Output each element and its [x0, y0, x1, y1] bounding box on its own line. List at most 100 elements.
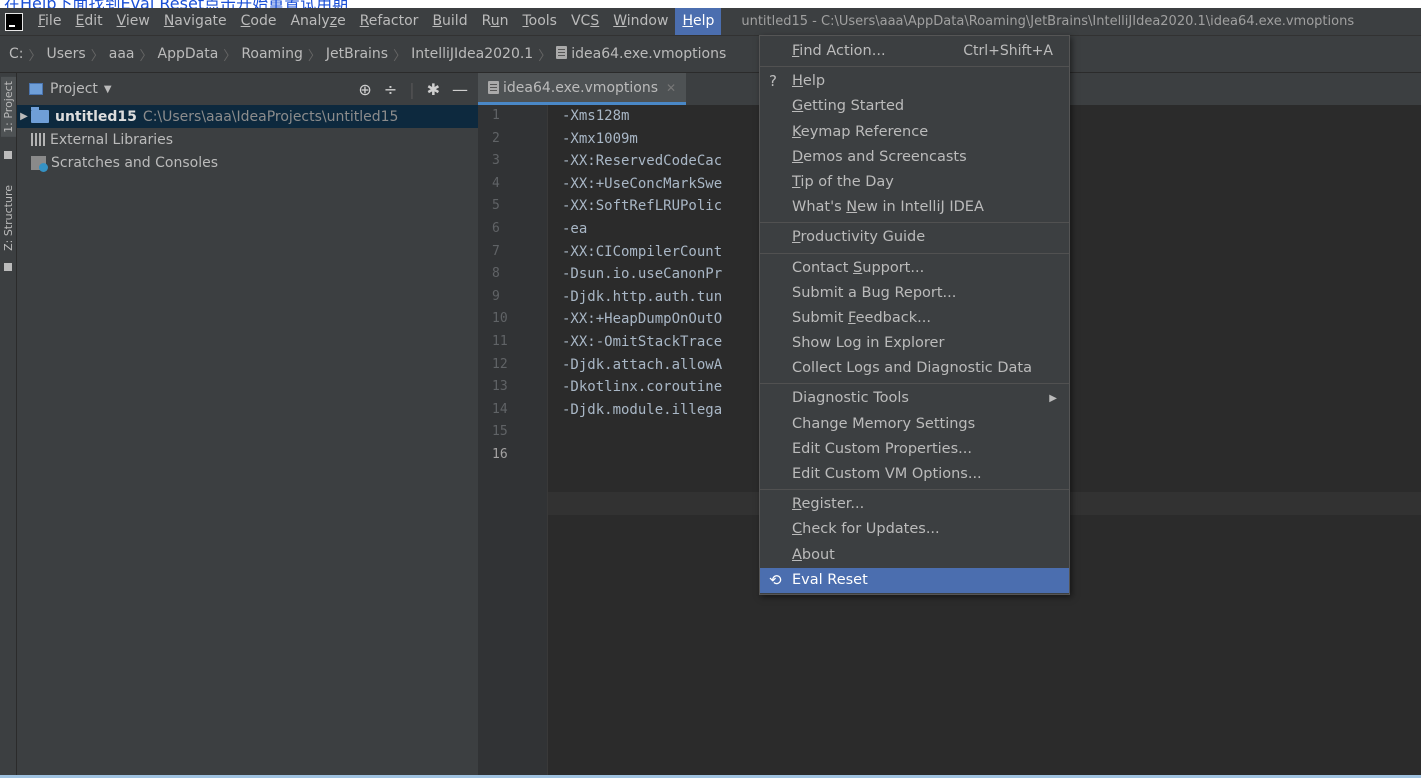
code-line[interactable]: -XX:+HeapDumpOnOutO — [562, 308, 722, 331]
menu-item-contact-support[interactable]: Contact Support... — [760, 256, 1069, 281]
menu-edit[interactable]: Edit — [68, 8, 109, 35]
external-libraries-label: External Libraries — [50, 131, 173, 148]
menu-separator — [760, 252, 1069, 254]
line-number: 4 — [492, 175, 500, 191]
code-line[interactable]: -Dsun.io.useCanonPr — [562, 263, 722, 286]
code-line[interactable]: -Xmx1009m — [562, 128, 722, 151]
shortcut-label: Ctrl+Shift+A — [963, 43, 1053, 59]
breadcrumb-roaming[interactable]: Roaming — [236, 46, 308, 62]
menu-navigate[interactable]: Navigate — [157, 8, 234, 35]
menu-item-diagnostic-tools[interactable]: Diagnostic Tools ▶ — [760, 386, 1069, 411]
breadcrumb-separator: 〉 — [28, 48, 42, 64]
line-number: 11 — [492, 333, 508, 349]
menu-item-whats-new[interactable]: What's New in IntelliJ IDEA — [760, 195, 1069, 220]
scratches-icon — [31, 155, 48, 172]
menu-item-keymap-reference[interactable]: Keymap Reference — [760, 120, 1069, 145]
tool-window-icon — [4, 151, 12, 159]
menu-tools[interactable]: Tools — [515, 8, 564, 35]
project-panel-toolbar: ⊕ ÷ | ✱ — — [358, 80, 478, 99]
menu-item-edit-custom-properties[interactable]: Edit Custom Properties... — [760, 437, 1069, 462]
chevron-down-icon[interactable]: ▼ — [104, 84, 112, 95]
collapse-all-icon[interactable]: ÷ — [384, 80, 397, 99]
tree-item-untitled15[interactable]: ▶ untitled15 C:\Users\aaa\IdeaProjects\u… — [17, 105, 478, 128]
breadcrumb-aaa[interactable]: aaa — [104, 46, 140, 62]
code-line[interactable]: -Djdk.http.auth.tun — [562, 286, 722, 309]
menu-window[interactable]: Window — [606, 8, 675, 35]
menu-item-tip-of-the-day[interactable]: Tip of the Day — [760, 170, 1069, 195]
code-line[interactable]: -ea — [562, 218, 722, 241]
project-view-selector[interactable]: Project — [50, 81, 98, 97]
line-number: 9 — [492, 288, 500, 304]
menu-item-help[interactable]: ? Help — [760, 69, 1069, 94]
menu-item-change-memory[interactable]: Change Memory Settings — [760, 412, 1069, 437]
menu-item-eval-reset[interactable]: ⟲ Eval Reset — [760, 567, 1069, 593]
line-number: 1 — [492, 108, 500, 123]
breadcrumb-separator: 〉 — [307, 48, 321, 64]
project-view-icon — [29, 83, 43, 95]
code-line[interactable] — [562, 421, 722, 444]
code-text[interactable]: -Xms128m -Xmx1009m -XX:ReservedCodeCac -XX:… — [562, 105, 722, 467]
menu-run[interactable]: Run — [475, 8, 516, 35]
code-line[interactable]: -XX:ReservedCodeCac — [562, 150, 722, 173]
menu-view[interactable]: View — [110, 8, 157, 35]
menu-vcs[interactable]: VCS — [564, 8, 606, 35]
menu-item-check-for-updates[interactable]: Check for Updates... — [760, 517, 1069, 542]
menu-help[interactable]: Help — [675, 8, 722, 35]
breadcrumb-users[interactable]: Users — [42, 46, 91, 62]
close-icon[interactable]: ✕ — [666, 81, 676, 95]
line-number: 2 — [492, 130, 500, 146]
menu-item-productivity-guide[interactable]: Productivity Guide — [760, 225, 1069, 250]
line-number-gutter: 1 2 3 4 5 6 7 8 9 10 11 12 13 14 15 16 — [478, 105, 548, 778]
breadcrumb-drive[interactable]: C: — [4, 46, 29, 62]
tab-idea64-vmoptions[interactable]: idea64.exe.vmoptions ✕ — [478, 73, 687, 105]
toolbar-divider: | — [409, 79, 415, 99]
structure-tool-button[interactable]: Z: Structure — [1, 181, 16, 255]
code-line[interactable]: -XX:SoftRefLRUPolic — [562, 195, 722, 218]
menu-item-about[interactable]: About — [760, 543, 1069, 568]
menu-bar: File Edit View Navigate Code Analyze Ref… — [0, 8, 1421, 35]
breadcrumb-intellij[interactable]: IntelliJIdea2020.1 — [406, 46, 538, 62]
line-number: 13 — [492, 379, 508, 395]
project-tool-button[interactable]: 1: Project — [1, 77, 16, 137]
line-number: 5 — [492, 198, 500, 214]
tutorial-caption: 在Help下面找到Eval Reset点击开始重置试用期 — [4, 0, 348, 8]
menu-item-collect-logs[interactable]: Collect Logs and Diagnostic Data — [760, 356, 1069, 381]
tree-item-external-libraries[interactable]: External Libraries — [17, 128, 478, 151]
menu-item-register[interactable]: Register... — [760, 492, 1069, 517]
menu-item-find-action[interactable]: Find Action... Ctrl+Shift+A — [760, 39, 1069, 64]
line-number: 14 — [492, 401, 508, 417]
breadcrumb-file[interactable]: idea64.exe.vmoptions — [551, 46, 731, 62]
code-line[interactable]: -XX:-OmitStackTrace — [562, 331, 722, 354]
expand-arrow-icon[interactable]: ▶ — [17, 111, 31, 122]
menu-item-getting-started[interactable]: Getting Started — [760, 94, 1069, 119]
code-line[interactable]: -Xms128m — [562, 105, 722, 128]
menu-item-submit-feedback[interactable]: Submit Feedback... — [760, 306, 1069, 331]
code-line[interactable]: -Dkotlinx.coroutine — [562, 376, 722, 399]
breadcrumb-appdata[interactable]: AppData — [153, 46, 224, 62]
menu-item-edit-custom-vm-options[interactable]: Edit Custom VM Options... — [760, 462, 1069, 487]
line-number: 16 — [492, 446, 508, 462]
project-path: C:\Users\aaa\IdeaProjects\untitled15 — [142, 108, 399, 125]
scratches-label: Scratches and Consoles — [51, 154, 218, 171]
menu-item-show-log[interactable]: Show Log in Explorer — [760, 331, 1069, 356]
menu-refactor[interactable]: Refactor — [353, 8, 426, 35]
tree-item-scratches[interactable]: Scratches and Consoles — [17, 151, 478, 174]
menu-build[interactable]: Build — [425, 8, 474, 35]
locate-file-icon[interactable]: ⊕ — [358, 80, 371, 99]
menu-analyze[interactable]: Analyze — [283, 8, 352, 35]
submenu-arrow-icon: ▶ — [1049, 393, 1057, 405]
code-line[interactable]: -Djdk.module.illega — [562, 399, 722, 422]
breadcrumb-jetbrains[interactable]: JetBrains — [321, 46, 393, 62]
menu-file[interactable]: File — [31, 8, 68, 35]
code-line[interactable] — [562, 444, 722, 467]
hide-panel-icon[interactable]: — — [452, 80, 468, 99]
code-line[interactable]: -XX:+UseConcMarkSwe — [562, 173, 722, 196]
menu-item-demos[interactable]: Demos and Screencasts — [760, 145, 1069, 170]
menu-code[interactable]: Code — [234, 8, 284, 35]
menu-item-submit-bug-report[interactable]: Submit a Bug Report... — [760, 281, 1069, 306]
gear-icon[interactable]: ✱ — [427, 80, 440, 99]
code-line[interactable]: -XX:CICompilerCount — [562, 241, 722, 264]
line-number: 6 — [492, 220, 500, 236]
project-name: untitled15 — [55, 108, 137, 125]
code-line[interactable]: -Djdk.attach.allowA — [562, 354, 722, 377]
